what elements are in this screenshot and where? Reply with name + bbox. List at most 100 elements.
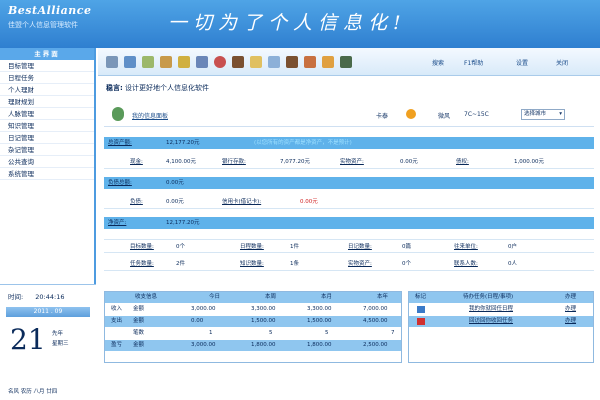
- money-icon[interactable]: [160, 56, 172, 68]
- app-header: BestAlliance 佳盟个人信息管理软件 一切为了个人信息化!: [0, 0, 600, 48]
- weather-label: 卡泰: [376, 113, 389, 120]
- invest-label[interactable]: 实物资产:: [340, 155, 364, 169]
- counts-row-1: 目标数量: 0个 日程数量: 1件 日记数量: 0篇 往来单位: 0户: [104, 239, 594, 253]
- task-action[interactable]: 办理: [565, 304, 576, 315]
- table-row: 回访回你收回任务 办理: [409, 316, 593, 327]
- table-row: 我的你就回任日程 办理: [409, 304, 593, 315]
- sidebar-item-plan[interactable]: 理财规划: [0, 96, 94, 108]
- asset-count-label[interactable]: 实物资产:: [348, 257, 372, 271]
- search-link[interactable]: 搜索: [432, 58, 444, 67]
- debt-value: 1,000.00元: [514, 159, 544, 165]
- bank-label[interactable]: 银行存款:: [222, 155, 246, 169]
- goal-count-label[interactable]: 目标数量:: [130, 240, 154, 254]
- crumb-prefix: 稳言:: [106, 84, 123, 92]
- sidebar-item-diary[interactable]: 日记管理: [0, 132, 94, 144]
- task-flag-icon: [417, 306, 425, 313]
- tasks-header: 标记 待办任务(日程/事项) 办理: [409, 292, 593, 303]
- chart-icon[interactable]: [178, 56, 190, 68]
- assets-note: (以您所有的资产都是净资产，不是预计): [254, 140, 352, 146]
- cash-label[interactable]: 现金:: [130, 155, 143, 169]
- liab-detail-row: 负债: 0.00元 信用卡(借记卡): 0.00元: [104, 195, 594, 209]
- my-info-link[interactable]: 我的信息面板: [132, 111, 168, 120]
- task-count: 2件: [176, 261, 185, 267]
- close-link[interactable]: 关闭: [556, 58, 568, 67]
- home-icon[interactable]: [106, 56, 118, 68]
- assets-label[interactable]: 总资产额:: [108, 137, 132, 149]
- net-row: 净资产: 12,177.20元: [104, 217, 594, 229]
- temp-value: 7C~15C: [464, 111, 489, 118]
- net-value: 12,177.20元: [166, 220, 200, 226]
- folder-icon[interactable]: [196, 56, 208, 68]
- panel-icon: [112, 107, 124, 121]
- info-bar: 我的信息面板 卡泰 微风 7C~15C 选择城市 ▾: [104, 105, 594, 127]
- sidebar-item-knowledge[interactable]: 知识管理: [0, 120, 94, 132]
- calendar-lunar: 先年: [52, 331, 64, 337]
- contact-count-label[interactable]: 联系人数:: [454, 257, 478, 271]
- time-label: 时间:: [8, 293, 24, 301]
- net-label[interactable]: 净资产:: [108, 217, 126, 229]
- sidebar-item-goals[interactable]: 目标管理: [0, 60, 94, 72]
- liab-value: 0.00元: [166, 180, 184, 186]
- sidebar-item-finance[interactable]: 个人理财: [0, 84, 94, 96]
- note-icon[interactable]: [250, 56, 262, 68]
- contacts-icon[interactable]: [286, 56, 298, 68]
- task-icon[interactable]: [142, 56, 154, 68]
- contact-count: 0人: [508, 261, 517, 267]
- knowledge-count-label[interactable]: 知识数量:: [240, 257, 264, 271]
- counts-row-2: 任务数量: 2件 知识数量: 1条 实物资产: 0个 联系人数: 0人: [104, 257, 594, 271]
- loan-label[interactable]: 负债:: [130, 195, 143, 209]
- calendar-weekday: 星期三: [52, 341, 69, 347]
- calendar-icon[interactable]: [124, 56, 136, 68]
- knowledge-icon[interactable]: [304, 56, 316, 68]
- breadcrumb: 稳言: 设计更好地个人信息化软件: [106, 83, 209, 93]
- sidebar-item-query[interactable]: 公共查询: [0, 156, 94, 168]
- assets-row: 总资产额: 12,177.20元 (以您所有的资产都是净资产，不是预计): [104, 137, 594, 149]
- tasks-table: 标记 待办任务(日程/事项) 办理 我的你就回任日程 办理 回访回你收回任务 办…: [408, 291, 594, 363]
- tools-icon[interactable]: [322, 56, 334, 68]
- clock-calendar: 时间: 20:44:16 2011 . 09 21 先年 星期三 名风 农历 八…: [0, 284, 96, 400]
- chevron-down-icon: ▾: [559, 111, 562, 117]
- liab-label[interactable]: 负债总额:: [108, 177, 132, 189]
- schedule-count-label[interactable]: 日程数量:: [240, 240, 264, 254]
- pie-icon[interactable]: [214, 56, 226, 68]
- task-link[interactable]: 我的你就回任日程: [469, 304, 513, 315]
- budget-header: 收支信息 今日 本周 本月 本年: [105, 292, 401, 303]
- time-value: 20:44:16: [35, 293, 65, 301]
- bank-value: 7,077.20元: [280, 159, 310, 165]
- table-row: 支出 金额 0.00 1,500.00 1,500.00 4,500.00: [105, 316, 401, 327]
- budget-table: 收支信息 今日 本周 本月 本年 收入 金额 3,000.00 3,300.00…: [104, 291, 402, 363]
- asset-count: 0个: [402, 261, 411, 267]
- task-count-label[interactable]: 任务数量:: [130, 257, 154, 271]
- calendar-month: 2011 . 09: [6, 307, 90, 317]
- sidebar-title: 主界面: [0, 48, 94, 60]
- main-panel: 稳言: 设计更好地个人信息化软件 我的信息面板 卡泰 微风 7C~15C 选择城…: [98, 77, 600, 400]
- credit-label[interactable]: 信用卡(借记卡):: [222, 195, 261, 209]
- sidebar-item-schedule[interactable]: 日程任务: [0, 72, 94, 84]
- help-link[interactable]: F1帮助: [464, 58, 483, 67]
- debt-label[interactable]: 债权:: [456, 155, 469, 169]
- city-select[interactable]: 选择城市 ▾: [521, 109, 565, 120]
- table-row: 笔数 1 5 5 7: [133, 330, 395, 336]
- table-row: 收入 金额 3,000.00 3,300.00 3,300.00 7,000.0…: [111, 306, 388, 312]
- task-action[interactable]: 办理: [565, 316, 576, 327]
- app-subtitle: 佳盟个人信息管理软件: [8, 21, 78, 29]
- diary-count: 0篇: [402, 244, 411, 250]
- sidebar-item-contacts[interactable]: 人脉管理: [0, 108, 94, 120]
- diary-count-label[interactable]: 日记数量:: [348, 240, 372, 254]
- diary-icon[interactable]: [268, 56, 280, 68]
- liab-row: 负债总额: 0.00元: [104, 177, 594, 189]
- credit-value: 0.00元: [300, 199, 318, 205]
- settings-link[interactable]: 设置: [516, 58, 528, 67]
- schedule-count: 1件: [290, 244, 299, 250]
- sidebar-item-notes[interactable]: 杂记管理: [0, 144, 94, 156]
- goal-count: 0个: [176, 244, 185, 250]
- settings-icon[interactable]: [340, 56, 352, 68]
- book-icon[interactable]: [232, 56, 244, 68]
- sidebar-item-system[interactable]: 系统管理: [0, 168, 94, 180]
- task-flag-icon: [417, 318, 425, 325]
- toolbar: 搜索 F1帮助 设置 关闭: [98, 48, 600, 76]
- header-slogan: 一切为了个人信息化!: [168, 12, 407, 34]
- calendar-footer: 名风 农历 八月 廿四: [8, 389, 58, 395]
- task-link[interactable]: 回访回你收回任务: [469, 316, 513, 327]
- units-count-label[interactable]: 往来单位:: [454, 240, 478, 254]
